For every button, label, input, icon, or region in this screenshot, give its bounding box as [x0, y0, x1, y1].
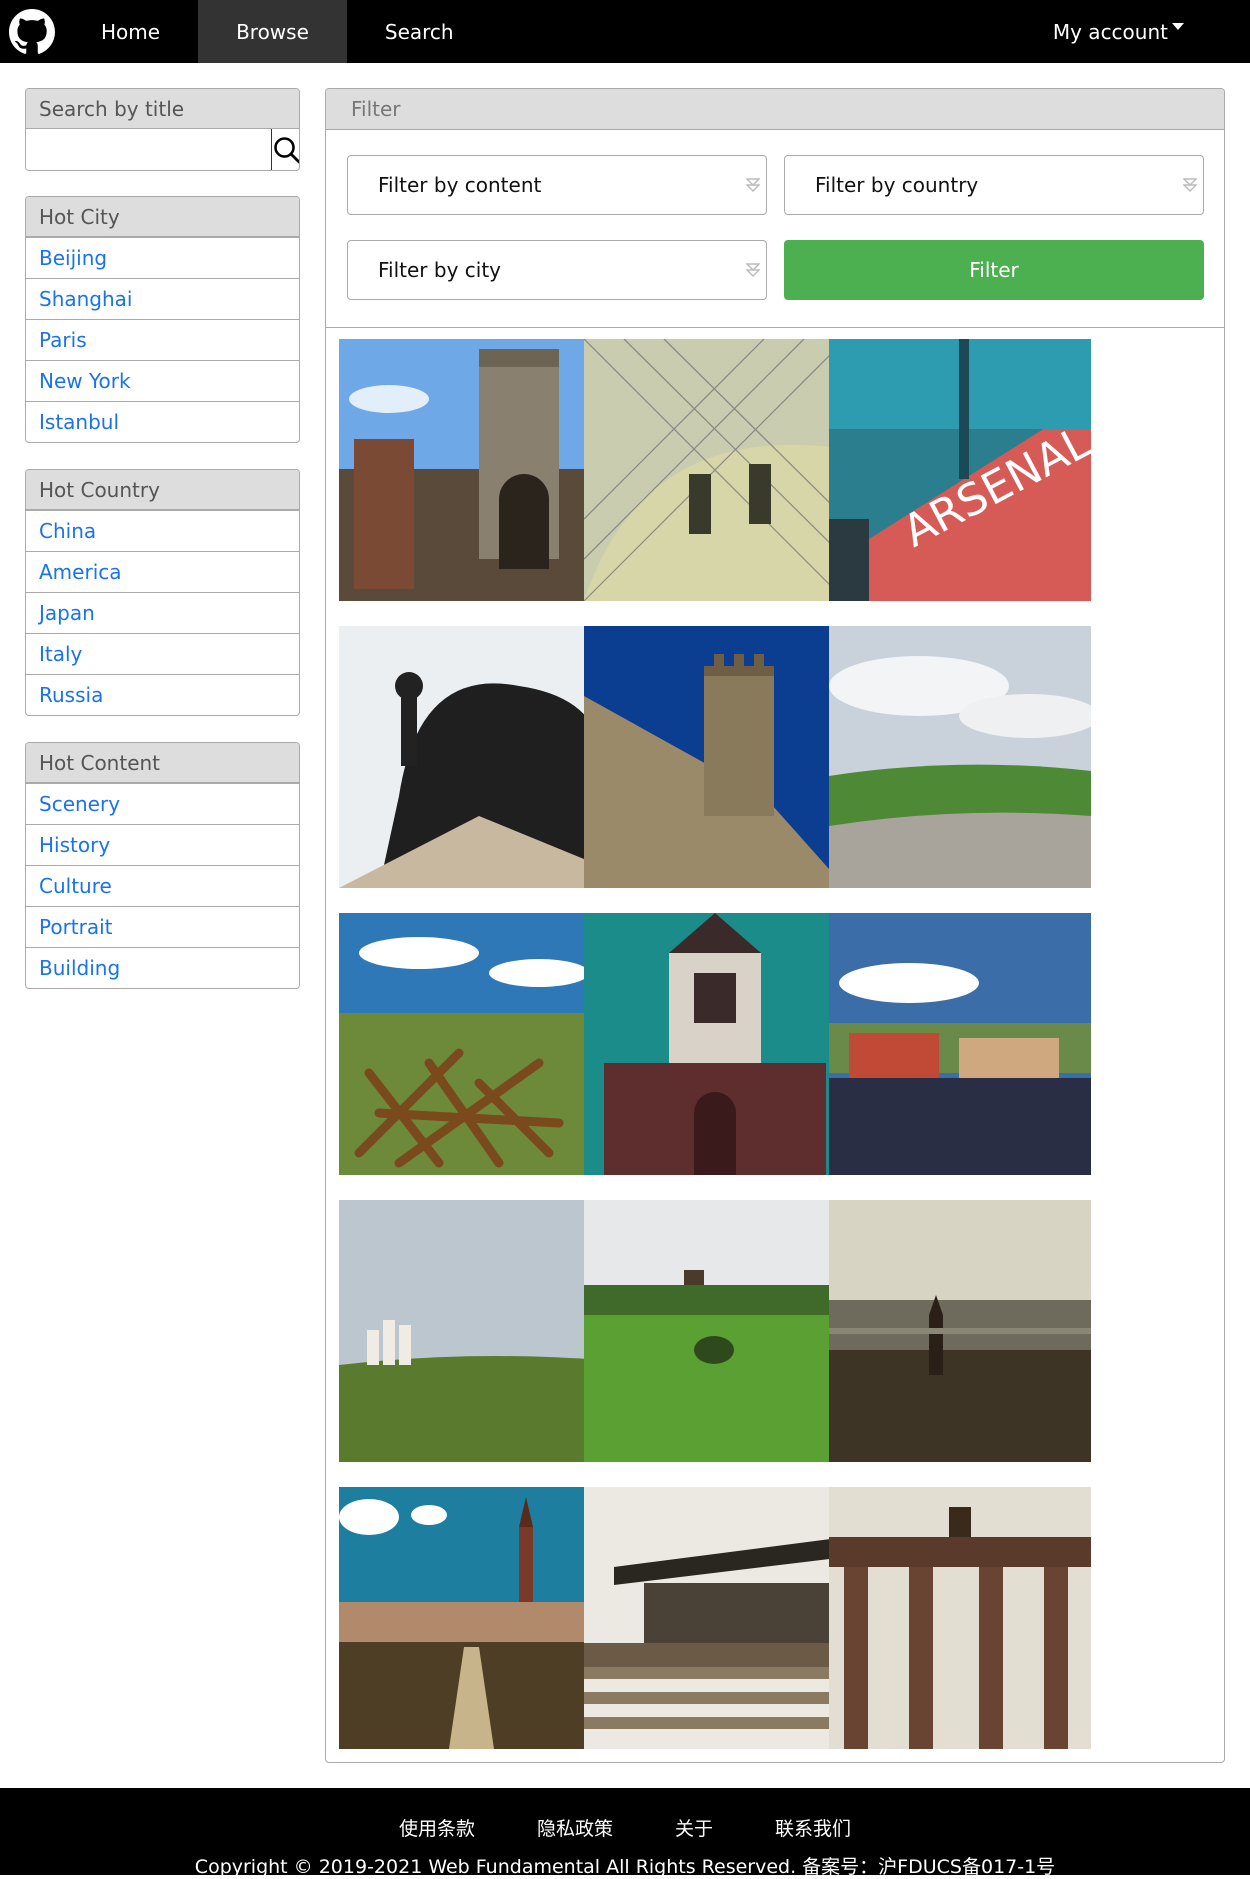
nav-home[interactable]: Home: [63, 0, 198, 63]
search-button[interactable]: [271, 129, 299, 170]
filter-panel-title: Filter: [326, 89, 1224, 130]
footer-link-contact[interactable]: 联系我们: [775, 1814, 851, 1841]
search-panel: Search by title: [25, 88, 300, 171]
footer-link-about[interactable]: 关于: [675, 1814, 713, 1841]
footer: 使用条款 隐私政策 关于 联系我们 Copyright © 2019-2021 …: [0, 1788, 1250, 1878]
photo-green-hills[interactable]: [339, 1200, 601, 1462]
content-select[interactable]: Filter by content: [347, 155, 767, 215]
hot-city-panel: Hot City Beijing Shanghai Paris New York…: [25, 196, 300, 443]
country-link[interactable]: Japan: [26, 592, 299, 633]
search-icon: [274, 136, 299, 163]
country-link[interactable]: Russia: [26, 674, 299, 715]
city-link[interactable]: Paris: [26, 319, 299, 360]
photo-coastline[interactable]: [829, 626, 1091, 888]
photo-city-river[interactable]: [829, 1200, 1091, 1462]
content-link[interactable]: Portrait: [26, 906, 299, 947]
footer-link-terms[interactable]: 使用条款: [399, 1814, 475, 1841]
country-link[interactable]: America: [26, 551, 299, 592]
hot-content-title: Hot Content: [26, 743, 299, 783]
content-select-label: Filter by content: [378, 173, 542, 197]
filter-controls: Filter by content Filter by country Filt…: [326, 130, 1224, 328]
city-link[interactable]: Istanbul: [26, 401, 299, 442]
caret-down-icon: [1172, 23, 1184, 30]
hot-content-panel: Hot Content Scenery History Culture Port…: [25, 742, 300, 989]
photo-glass-dome[interactable]: [584, 339, 846, 601]
photo-meadow[interactable]: [584, 1200, 846, 1462]
photo-church-facade[interactable]: [584, 913, 846, 1175]
content-link[interactable]: Culture: [26, 865, 299, 906]
photo-palace-garden[interactable]: [339, 1487, 601, 1749]
photo-horse-statue[interactable]: [339, 626, 601, 888]
select-arrow-icon: [746, 263, 760, 277]
hot-country-panel: Hot Country China America Japan Italy Ru…: [25, 469, 300, 716]
content-link[interactable]: History: [26, 824, 299, 865]
city-select-label: Filter by city: [378, 258, 502, 282]
photo-brandenburg-gate[interactable]: [829, 1487, 1091, 1749]
country-link[interactable]: Italy: [26, 633, 299, 674]
footer-link-privacy[interactable]: 隐私政策: [537, 1814, 613, 1841]
photo-castle-tower[interactable]: [584, 626, 846, 888]
account-menu[interactable]: My account: [1053, 0, 1184, 63]
content-link[interactable]: Scenery: [26, 783, 299, 824]
select-arrow-icon: [746, 178, 760, 192]
photo-arsenal-stadium[interactable]: ARSENAL: [829, 339, 1091, 601]
search-panel-title: Search by title: [26, 89, 299, 129]
nav-browse[interactable]: Browse: [198, 0, 347, 63]
country-link[interactable]: China: [26, 510, 299, 551]
country-select[interactable]: Filter by country: [784, 155, 1204, 215]
nav-search[interactable]: Search: [347, 0, 492, 63]
city-link[interactable]: Beijing: [26, 237, 299, 278]
filter-panel: Filter Filter by content Filter by count…: [325, 88, 1225, 1763]
filter-button[interactable]: Filter: [784, 240, 1204, 300]
photo-driftwood[interactable]: [339, 913, 601, 1175]
select-arrow-icon: [1183, 178, 1197, 192]
search-input[interactable]: [26, 129, 271, 170]
photo-castle-gate[interactable]: [339, 339, 601, 601]
top-nav: Home Browse Search My account: [0, 0, 1250, 63]
content-link[interactable]: Building: [26, 947, 299, 988]
city-select[interactable]: Filter by city: [347, 240, 767, 300]
city-link[interactable]: Shanghai: [26, 278, 299, 319]
hot-country-title: Hot Country: [26, 470, 299, 510]
hot-city-title: Hot City: [26, 197, 299, 237]
country-select-label: Filter by country: [815, 173, 979, 197]
account-label: My account: [1052, 19, 1168, 44]
photo-modern-pavilion[interactable]: [584, 1487, 846, 1749]
footer-links: 使用条款 隐私政策 关于 联系我们: [0, 1814, 1250, 1841]
city-link[interactable]: New York: [26, 360, 299, 401]
photo-harbor-town[interactable]: [829, 913, 1091, 1175]
github-icon[interactable]: [0, 0, 63, 63]
